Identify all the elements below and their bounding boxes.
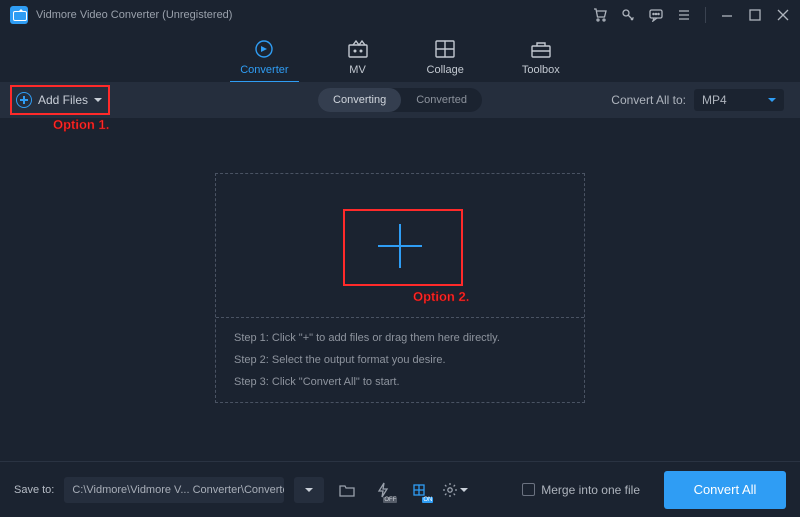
main-nav: Converter MV Collage Toolbox xyxy=(0,30,800,82)
step-text: Step 2: Select the output format you des… xyxy=(234,354,566,366)
step-text: Step 3: Click "Convert All" to start. xyxy=(234,376,566,388)
converter-icon xyxy=(253,39,275,59)
dropzone-add-area[interactable] xyxy=(216,174,584,318)
titlebar-actions xyxy=(593,7,790,23)
settings-button[interactable] xyxy=(442,477,468,503)
bottom-bar: Save to: C:\Vidmore\Vidmore V... Convert… xyxy=(0,461,800,517)
title-bar: Vidmore Video Converter (Unregistered) xyxy=(0,0,800,30)
chevron-down-icon xyxy=(460,488,468,492)
menu-icon[interactable] xyxy=(677,8,691,22)
save-to-label: Save to: xyxy=(14,484,54,496)
tab-label: MV xyxy=(349,64,366,76)
format-selector[interactable]: MP4 xyxy=(694,89,784,111)
high-speed-toggle[interactable]: ON xyxy=(406,477,432,503)
tab-label: Toolbox xyxy=(522,64,560,76)
tab-label: Collage xyxy=(427,64,464,76)
on-badge: ON xyxy=(422,497,433,503)
convert-all-to-label: Convert All to: xyxy=(611,93,686,107)
plus-circle-icon xyxy=(16,92,32,108)
app-window: Vidmore Video Converter (Unregistered) C… xyxy=(0,0,800,517)
open-folder-button[interactable] xyxy=(334,477,360,503)
feedback-icon[interactable] xyxy=(649,8,663,22)
chevron-down-icon xyxy=(94,98,102,102)
maximize-icon[interactable] xyxy=(748,8,762,22)
big-plus-icon xyxy=(378,224,422,268)
app-logo-icon xyxy=(10,6,28,24)
collage-icon xyxy=(434,39,456,59)
checkbox-icon xyxy=(522,483,535,496)
tab-label: Converter xyxy=(240,64,288,76)
tab-mv[interactable]: MV xyxy=(347,39,369,82)
key-icon[interactable] xyxy=(621,8,635,22)
mv-icon xyxy=(347,39,369,59)
status-segmented: Converting Converted xyxy=(318,88,482,112)
chevron-down-icon xyxy=(768,98,776,102)
add-files-label: Add Files xyxy=(38,93,88,107)
step-text: Step 1: Click "+" to add files or drag t… xyxy=(234,332,566,344)
merge-checkbox[interactable]: Merge into one file xyxy=(522,483,640,497)
cart-icon[interactable] xyxy=(593,8,607,22)
close-icon[interactable] xyxy=(776,8,790,22)
add-files-button[interactable]: Add Files xyxy=(16,92,102,108)
tab-toolbox[interactable]: Toolbox xyxy=(522,39,560,82)
hardware-accel-toggle[interactable]: OFF xyxy=(370,477,396,503)
separator xyxy=(705,7,706,23)
main-area: Step 1: Click "+" to add files or drag t… xyxy=(0,118,800,458)
convert-all-format: Convert All to: MP4 xyxy=(611,89,784,111)
save-path-dropdown[interactable] xyxy=(294,477,324,503)
app-title: Vidmore Video Converter (Unregistered) xyxy=(36,9,232,21)
minimize-icon[interactable] xyxy=(720,8,734,22)
convert-all-button[interactable]: Convert All xyxy=(664,471,786,509)
format-selected: MP4 xyxy=(702,93,727,107)
dropzone[interactable]: Step 1: Click "+" to add files or drag t… xyxy=(215,173,585,403)
save-path-field[interactable]: C:\Vidmore\Vidmore V... Converter\Conver… xyxy=(64,477,284,503)
merge-label: Merge into one file xyxy=(541,483,640,497)
toolbox-icon xyxy=(530,39,552,59)
chevron-down-icon xyxy=(305,488,313,492)
secondary-bar: Add Files Converting Converted Convert A… xyxy=(0,82,800,118)
seg-converting[interactable]: Converting xyxy=(318,88,401,112)
instructions: Step 1: Click "+" to add files or drag t… xyxy=(216,318,584,402)
off-badge: OFF xyxy=(383,497,397,503)
tab-converter[interactable]: Converter xyxy=(240,39,288,82)
seg-converted[interactable]: Converted xyxy=(401,88,482,112)
tab-collage[interactable]: Collage xyxy=(427,39,464,82)
